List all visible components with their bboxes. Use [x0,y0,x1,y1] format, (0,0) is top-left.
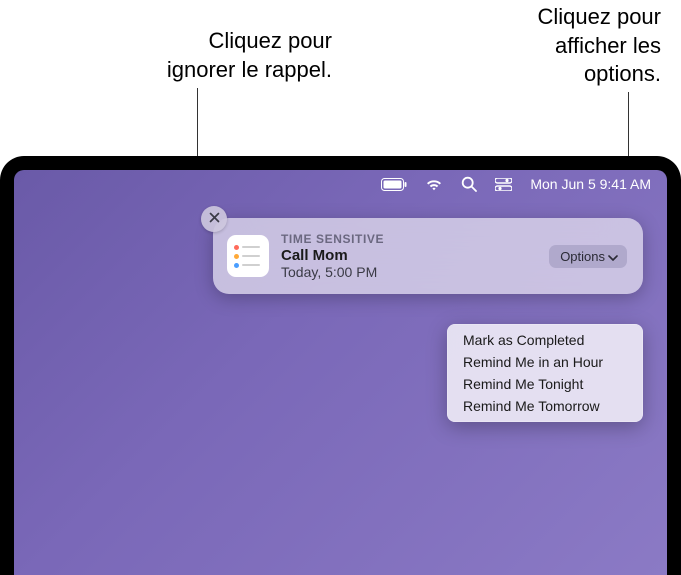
options-label: Options [560,249,605,264]
menu-item-remind-tonight[interactable]: Remind Me Tonight [447,373,643,395]
notification-title: Call Mom [281,247,537,264]
notification-body: TIME SENSITIVE Call Mom Today, 5:00 PM [281,232,537,280]
close-button[interactable] [201,206,227,232]
desktop-wallpaper: Mon Jun 5 9:41 AM TIME SENSITIVE Call Mo… [14,170,667,575]
callout-dismiss-text: Cliquez pour ignorer le rappel. [147,27,332,84]
notification-subtitle: Today, 5:00 PM [281,264,537,280]
menu-item-mark-completed[interactable]: Mark as Completed [447,329,643,351]
options-button[interactable]: Options [549,245,627,268]
control-center-icon[interactable] [495,178,512,191]
search-icon[interactable] [461,176,477,192]
battery-icon[interactable] [381,178,407,191]
wifi-icon[interactable] [425,178,443,191]
reminders-app-icon [227,235,269,277]
chevron-down-icon [608,249,618,264]
laptop-frame: Mon Jun 5 9:41 AM TIME SENSITIVE Call Mo… [0,156,681,575]
menubar: Mon Jun 5 9:41 AM [14,170,667,198]
reminder-notification[interactable]: TIME SENSITIVE Call Mom Today, 5:00 PM O… [213,218,643,294]
close-icon [209,210,220,228]
notification-container: TIME SENSITIVE Call Mom Today, 5:00 PM O… [213,218,643,294]
options-dropdown: Mark as Completed Remind Me in an Hour R… [447,324,643,422]
notification-eyebrow: TIME SENSITIVE [281,232,537,246]
menubar-clock[interactable]: Mon Jun 5 9:41 AM [530,176,651,192]
menu-item-remind-tomorrow[interactable]: Remind Me Tomorrow [447,395,643,417]
callout-options-text: Cliquez pour afficher les options. [521,3,661,89]
menu-item-remind-hour[interactable]: Remind Me in an Hour [447,351,643,373]
